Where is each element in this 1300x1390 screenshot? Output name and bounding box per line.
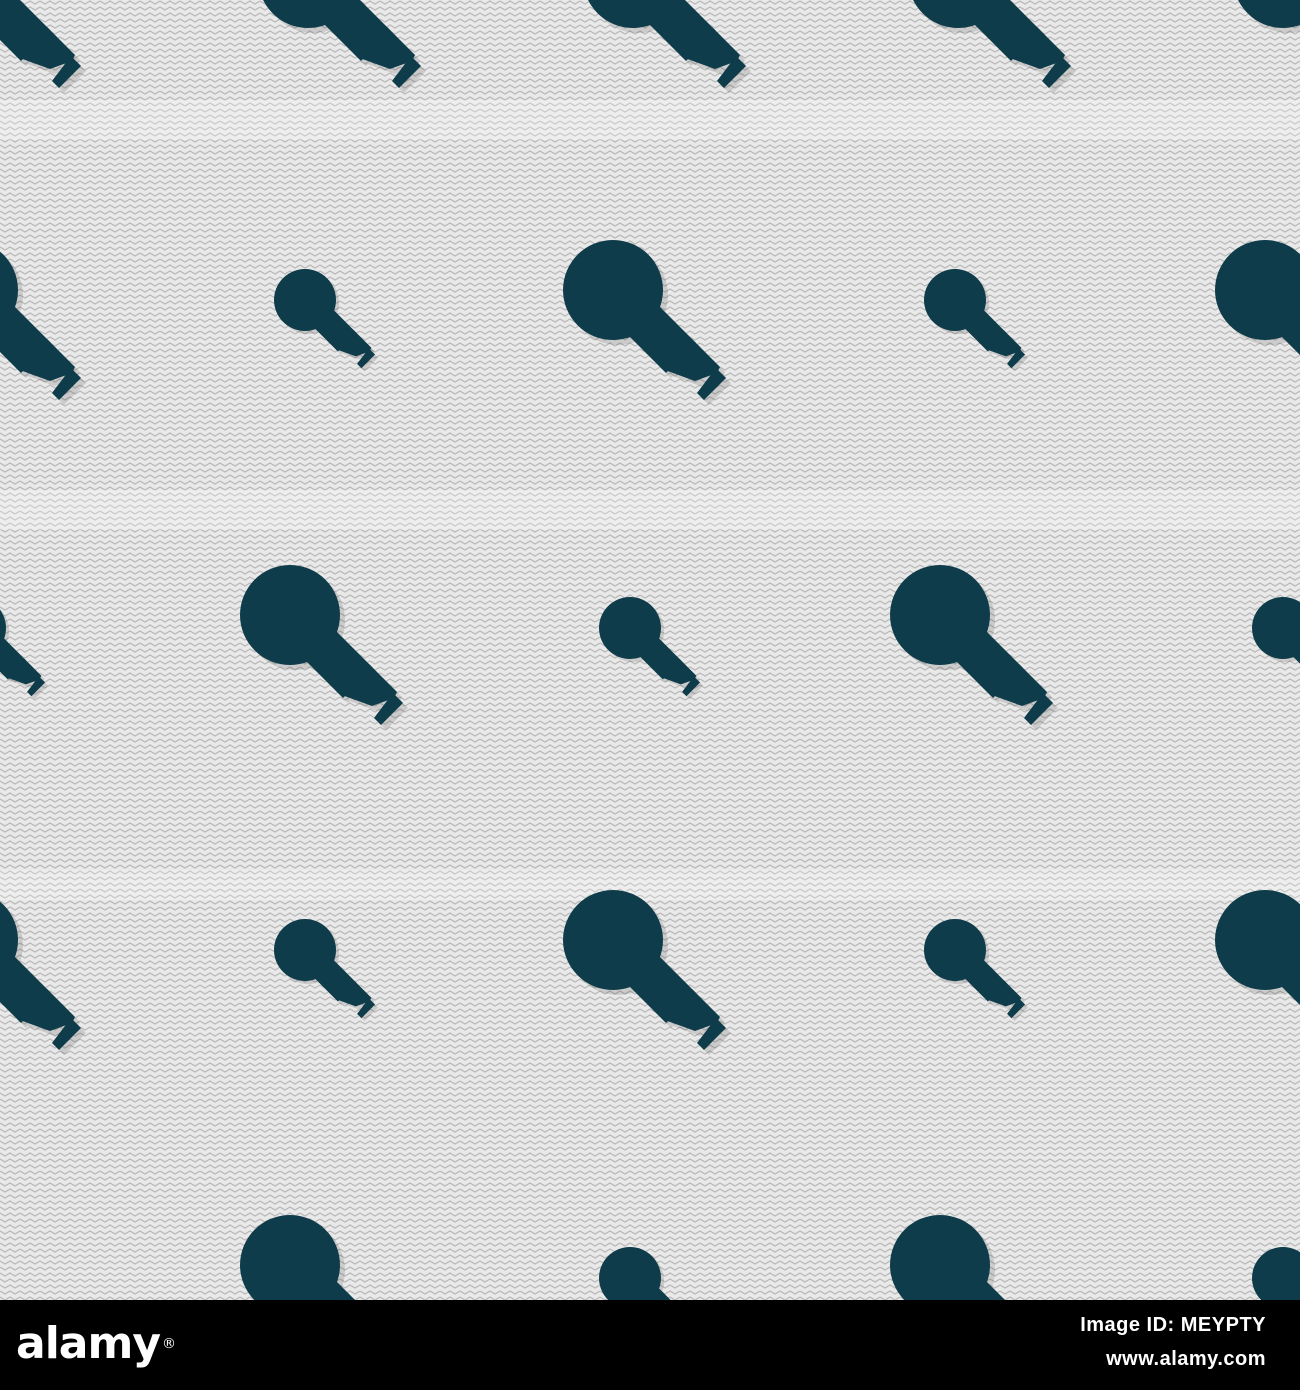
logo-text: alamy (16, 1318, 161, 1369)
image-id-label: Image ID: MEYPTY (1080, 1314, 1266, 1336)
alamy-logo[interactable]: alamy ® (16, 1314, 176, 1374)
stock-footer-bar: alamy ® Image ID: MEYPTY www.alamy.com (0, 1300, 1300, 1390)
site-url[interactable]: www.alamy.com (1106, 1348, 1266, 1371)
registered-mark: ® (162, 1336, 176, 1352)
seamless-microphone-pattern (0, 0, 1300, 1300)
